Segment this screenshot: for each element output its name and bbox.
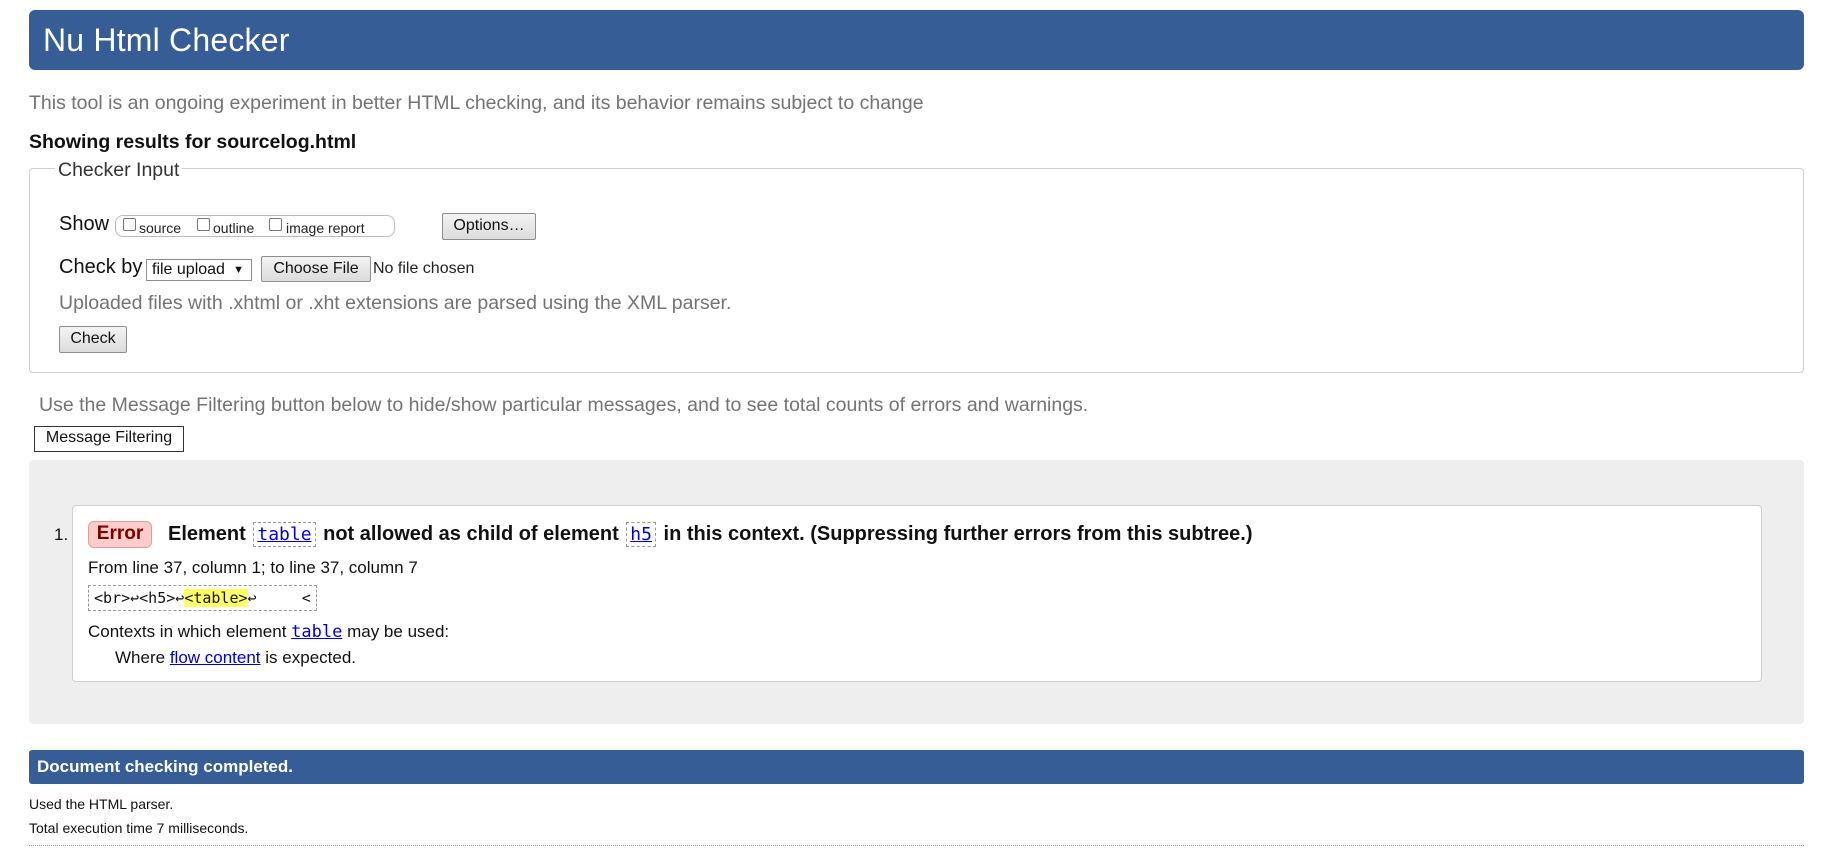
page: Nu Html Checker This tool is an ongoing … (0, 0, 1825, 862)
outline-checkbox[interactable] (197, 218, 210, 231)
flow-content-link[interactable]: flow content (170, 648, 261, 667)
xml-parser-note: Uploaded files with .xhtml or .xht exten… (59, 292, 732, 314)
contexts-suffix: may be used: (347, 622, 450, 641)
intro-text: This tool is an ongoing experiment in be… (29, 92, 924, 114)
options-button[interactable]: Options… (442, 213, 536, 240)
error-text-middle: not allowed as child of element (323, 523, 619, 545)
error-message: Element table not allowed as child of el… (168, 522, 1253, 547)
message-item: Error Element table not allowed as child… (72, 505, 1762, 682)
message-filtering-button[interactable]: Message Filtering (34, 426, 184, 452)
where-line: Where flow content is expected. (115, 648, 356, 668)
check-by-row: Check by file upload ▼ Choose File No fi… (59, 256, 659, 282)
error-text-after: in this context. (Suppressing further er… (663, 523, 1253, 545)
message-filtering-note: Use the Message Filtering button below t… (39, 394, 1089, 416)
no-file-text: No file chosen (373, 260, 475, 277)
show-label: Show (59, 213, 110, 235)
footer-divider (29, 845, 1804, 846)
parser-info: Used the HTML parser. (29, 796, 174, 812)
message-number: 1. (54, 525, 69, 544)
extract-after: ↩ < (247, 589, 311, 607)
check-by-label: Check by (59, 256, 143, 278)
checker-input-legend: Checker Input (55, 159, 183, 182)
check-by-select[interactable]: file upload ▼ (146, 259, 252, 281)
image-report-checkbox[interactable] (269, 218, 282, 231)
source-checkbox-label[interactable]: source (139, 220, 181, 236)
outline-checkbox-label[interactable]: outline (213, 220, 254, 236)
choose-file-button[interactable]: Choose File (261, 256, 371, 282)
page-title: Nu Html Checker (43, 22, 290, 58)
dropdown-arrow-icon: ▼ (233, 264, 244, 276)
contexts-prefix: Contexts in which element (88, 622, 287, 641)
header-bar: Nu Html Checker (29, 10, 1804, 70)
status-text: Document checking completed. (37, 757, 293, 776)
status-bar: Document checking completed. (29, 750, 1804, 784)
results-for-heading: Showing results for sourcelog.html (29, 131, 357, 153)
check-button[interactable]: Check (59, 326, 127, 353)
execution-time: Total execution time 7 milliseconds. (29, 820, 249, 836)
image-report-checkbox-label[interactable]: image report (286, 220, 365, 236)
source-extract: <br>↩<h5>↩<table>↩ < (88, 585, 317, 611)
error-badge: Error (88, 521, 152, 548)
extract-before: <br>↩<h5>↩ (94, 589, 185, 607)
show-options-group: source outline image report (115, 215, 395, 237)
element-table-link[interactable]: table (253, 522, 316, 547)
source-checkbox[interactable] (123, 218, 136, 231)
where-suffix: is expected. (265, 648, 357, 667)
checker-input-fieldset: Checker Input Show source outline image … (29, 159, 1804, 373)
where-prefix: Where (115, 648, 166, 667)
element-h5-link[interactable]: h5 (626, 522, 656, 547)
error-text-before: Element (168, 523, 246, 545)
error-location: From line 37, column 1; to line 37, colu… (88, 558, 418, 577)
results-area: 1. Error Element table not allowed as ch… (29, 460, 1804, 724)
contexts-line: Contexts in which element table may be u… (88, 622, 449, 642)
extract-highlight: <table> (184, 589, 248, 607)
contexts-table-link[interactable]: table (291, 622, 342, 642)
check-by-select-value: file upload (152, 261, 225, 278)
